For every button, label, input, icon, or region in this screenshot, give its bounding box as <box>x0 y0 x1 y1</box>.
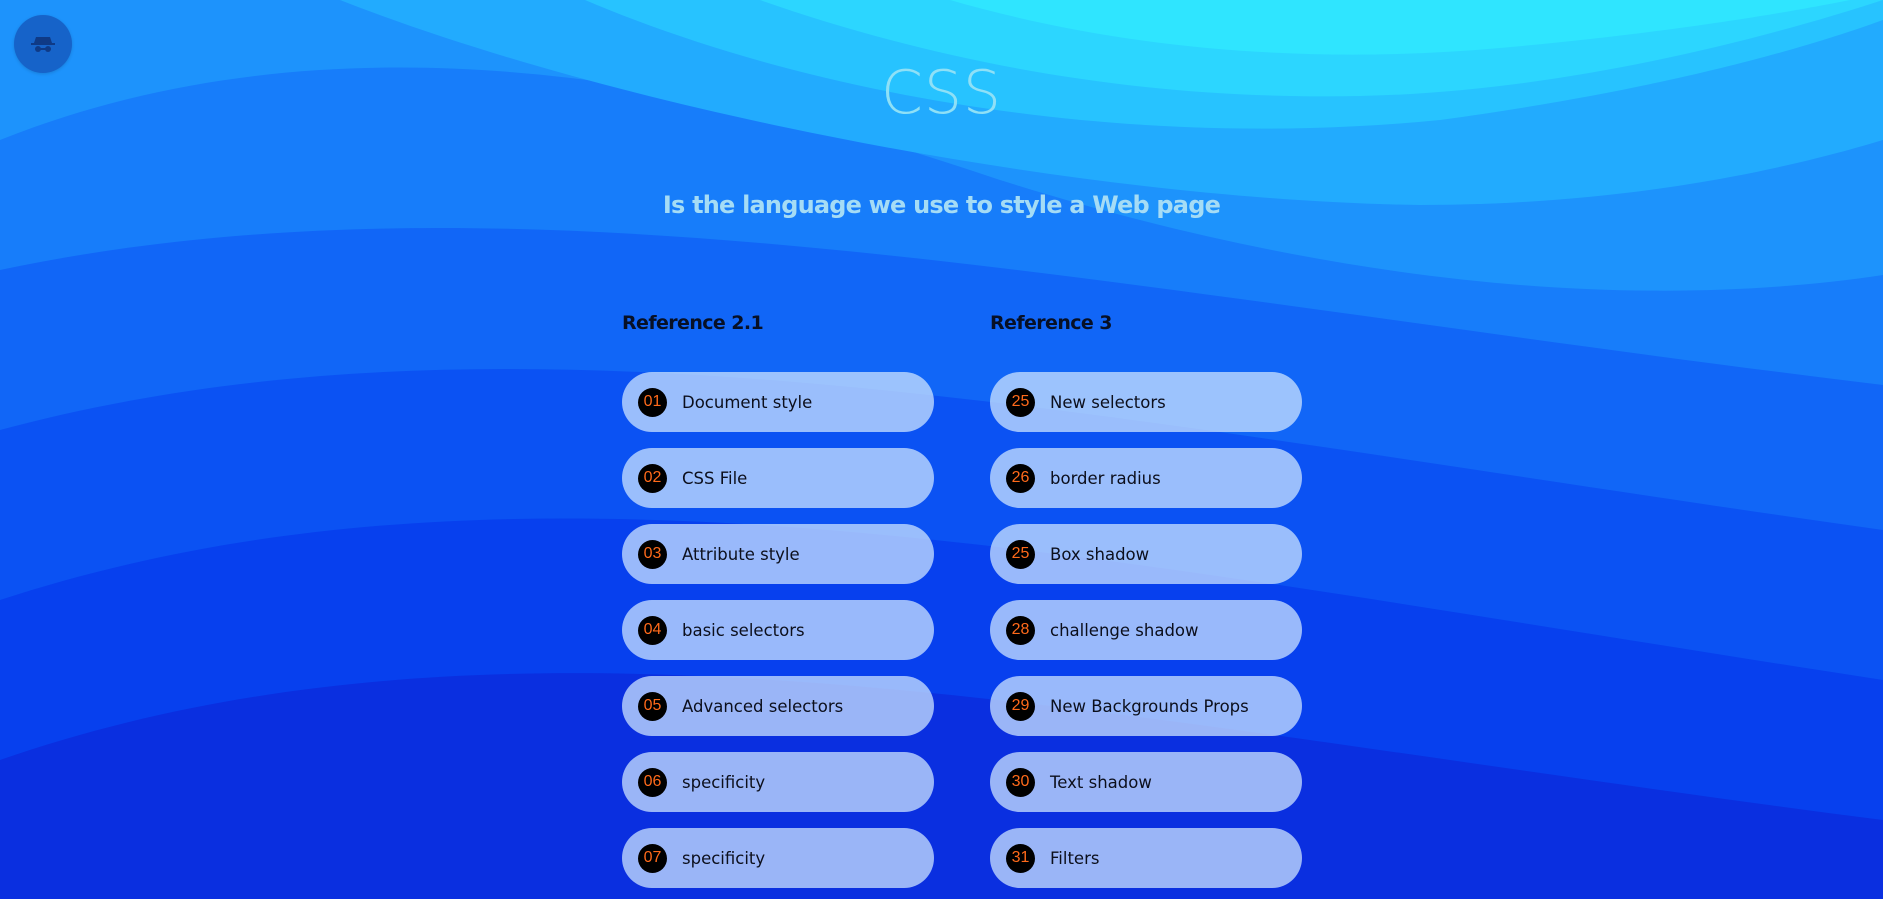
reference-21-heading: Reference 2.1 <box>622 312 764 334</box>
reference-21-column: Reference 2.1 01 Document style 02 CSS Fil… <box>622 310 934 888</box>
list-item[interactable]: 06 specificity <box>622 752 934 812</box>
item-number-badge: 26 <box>1006 463 1035 493</box>
item-label: Document style <box>682 392 813 412</box>
item-label: challenge shadow <box>1050 620 1199 640</box>
item-label: specificity <box>682 848 766 868</box>
page-subtitle: Is the language we use to style a Web pa… <box>662 191 1221 219</box>
item-number-badge: 29 <box>1006 691 1035 721</box>
list-item[interactable]: 03 Attribute style <box>622 524 934 584</box>
item-number-badge: 06 <box>638 767 667 797</box>
item-label: Box shadow <box>1050 544 1150 564</box>
item-number-badge: 25 <box>1006 387 1035 417</box>
item-label: CSS File <box>682 468 748 488</box>
list-item[interactable]: 07 specificity <box>622 828 934 888</box>
item-label: border radius <box>1050 468 1161 488</box>
item-label: New Backgrounds Props <box>1050 696 1249 716</box>
list-item[interactable]: 04 basic selectors <box>622 600 934 660</box>
list-item[interactable]: 25 New selectors <box>990 372 1302 432</box>
list-item[interactable]: 26 border radius <box>990 448 1302 508</box>
item-label: New selectors <box>1050 392 1166 412</box>
item-number-badge: 30 <box>1006 767 1035 797</box>
item-label: Text shadow <box>1050 772 1152 792</box>
item-number-badge: 28 <box>1006 615 1035 645</box>
list-item[interactable]: 02 CSS File <box>622 448 934 508</box>
list-item[interactable]: 05 Advanced selectors <box>622 676 934 736</box>
incognito-icon <box>31 37 55 52</box>
list-item[interactable]: 25 Box shadow <box>990 524 1302 584</box>
list-item[interactable]: 28 challenge shadow <box>990 600 1302 660</box>
item-number-badge: 25 <box>1006 539 1035 569</box>
wave-background <box>0 0 1883 899</box>
item-number-badge: 02 <box>638 463 667 493</box>
reference-21-list: 01 Document style 02 CSS File 03 Attribute … <box>622 372 934 888</box>
item-label: Attribute style <box>682 544 800 564</box>
item-label: specificity <box>682 772 766 792</box>
incognito-avatar-button[interactable] <box>14 15 72 73</box>
page-title: CSS <box>880 58 1003 128</box>
item-label: Advanced selectors <box>682 696 844 716</box>
list-item[interactable]: 31 Filters <box>990 828 1302 888</box>
item-number-badge: 31 <box>1006 843 1035 873</box>
list-item[interactable]: 30 Text shadow <box>990 752 1302 812</box>
item-label: basic selectors <box>682 620 805 640</box>
reference-3-list: 25 New selectors 26 border radius 25 Box sh… <box>990 372 1302 888</box>
reference-3-heading: Reference 3 <box>990 312 1112 334</box>
reference-3-column: Reference 3 25 New selectors 26 border rad… <box>990 310 1302 888</box>
page: CSS Is the language we use to style a We… <box>0 0 1883 899</box>
list-item[interactable]: 01 Document style <box>622 372 934 432</box>
item-number-badge: 01 <box>638 387 667 417</box>
list-item[interactable]: 29 New Backgrounds Props <box>990 676 1302 736</box>
item-number-badge: 07 <box>638 843 667 873</box>
item-number-badge: 04 <box>638 615 667 645</box>
item-number-badge: 03 <box>638 539 667 569</box>
item-label: Filters <box>1050 848 1100 868</box>
item-number-badge: 05 <box>638 691 667 721</box>
